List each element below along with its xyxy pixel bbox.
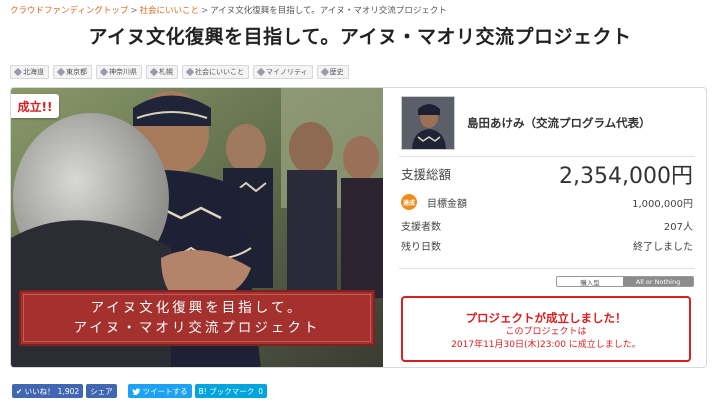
breadcrumb-separator: > <box>130 6 138 16</box>
success-line-1: このプロジェクトは <box>505 327 587 337</box>
owner-name[interactable]: 島田あけみ（交流プログラム代表） <box>467 115 651 131</box>
tag-icon <box>13 67 23 77</box>
social-buttons: ✔ いいね！ 1,902 シェア ツイートする B! ブックマーク 0 <box>12 384 267 398</box>
goal-value: 1,000,000円 <box>632 198 693 210</box>
hero-banner: アイヌ文化復興を目指して。 アイヌ・マオリ交流プロジェクト <box>19 290 375 346</box>
project-success-message: プロジェクトが成立しました！ このプロジェクトは 2017年11月30日(木)2… <box>401 296 691 362</box>
tag-label: 社会にいいこと <box>195 68 244 76</box>
tag-icon <box>99 67 109 77</box>
page-title: アイヌ文化復興を目指して。アイヌ・マオリ交流プロジェクト <box>88 26 632 48</box>
days-label: 残り日数 <box>401 242 441 253</box>
tag-sapporo[interactable]: 札幌 <box>146 65 178 79</box>
tag-label: マイノリティ <box>266 68 308 76</box>
tag-icon <box>149 67 159 77</box>
tag-label: 歴史 <box>329 68 344 76</box>
goal-row: 達成 目標金額 1,000,000円 <box>401 194 693 210</box>
tag-icon <box>256 67 266 77</box>
total-value: 2,354,000円 <box>559 164 693 189</box>
hatena-count: 0 <box>258 386 263 396</box>
funding-type-purchase: 購入型 <box>557 277 623 286</box>
breadcrumb: クラウドファンディングトップ > 社会にいいこと > アイヌ文化復興を目指して。アイヌ・… <box>10 4 447 16</box>
facebook-like-button[interactable]: ✔ いいね！ 1,902 <box>12 384 84 398</box>
divider <box>399 156 695 157</box>
total-label: 支援総額 <box>401 167 452 182</box>
tag-hokkaido[interactable]: 北海道 <box>10 65 49 79</box>
tag-label: 東京都 <box>66 68 87 76</box>
hatena-bookmark-button[interactable]: B! ブックマーク 0 <box>194 384 267 398</box>
tag-social-good[interactable]: 社会にいいこと <box>182 65 249 79</box>
tag-list: 北海道 東京都 神奈川県 札幌 社会にいいこと マイノリティ 歴史 <box>10 65 349 79</box>
tag-icon <box>185 67 195 77</box>
funding-type-toggle: 購入型 All or Nothing <box>556 276 694 287</box>
goal-achieved-icon: 達成 <box>401 194 417 210</box>
project-owner[interactable]: 島田あけみ（交流プログラム代表） <box>401 96 651 150</box>
tag-tokyo[interactable]: 東京都 <box>53 65 92 79</box>
tag-icon <box>320 67 329 77</box>
days-value: 終了しました <box>633 242 693 253</box>
breadcrumb-current: アイヌ文化復興を目指して。アイヌ・マオリ交流プロジェクト <box>210 6 447 16</box>
breadcrumb-link-category[interactable]: 社会にいいこと <box>140 6 200 16</box>
banner-line-1: アイヌ文化復興を目指して。 <box>90 300 304 316</box>
twitter-icon <box>131 387 140 395</box>
project-hero-image: 成立!! アイヌ文化復興を目指して。 アイヌ・マオリ交流プロジェクト <box>11 88 383 367</box>
thumbs-up-icon: ✔ <box>16 386 25 396</box>
avatar-image <box>402 97 454 149</box>
tweet-button[interactable]: ツイートする <box>127 384 192 398</box>
supporters-value: 207人 <box>663 222 693 233</box>
hatena-label: B! ブックマーク <box>198 386 255 396</box>
days-row: 残り日数 終了しました <box>401 238 693 253</box>
goal-label: 目標金額 <box>427 198 467 210</box>
tag-icon <box>56 67 66 77</box>
success-title: プロジェクトが成立しました！ <box>465 311 627 325</box>
tag-kanagawa[interactable]: 神奈川県 <box>96 65 142 79</box>
breadcrumb-link-top[interactable]: クラウドファンディングトップ <box>10 6 128 16</box>
tag-history[interactable]: 歴史 <box>316 65 349 79</box>
tag-label: 神奈川県 <box>109 68 137 76</box>
tweet-label: ツイートする <box>142 386 188 396</box>
like-label: いいね！ <box>24 386 55 396</box>
funding-type-all-or-nothing: All or Nothing <box>623 277 693 286</box>
facebook-share-button[interactable]: シェア <box>86 384 117 398</box>
tag-label: 札幌 <box>159 68 173 76</box>
tag-label: 北海道 <box>23 68 44 76</box>
banner-line-2: アイヌ・マオリ交流プロジェクト <box>73 320 321 336</box>
breadcrumb-separator: > <box>201 6 209 16</box>
success-badge: 成立!! <box>11 94 59 118</box>
avatar[interactable] <box>401 96 455 150</box>
supporters-label: 支援者数 <box>401 222 441 233</box>
tag-minority[interactable]: マイノリティ <box>253 65 313 79</box>
divider <box>399 268 695 269</box>
project-stats-panel: 島田あけみ（交流プログラム代表） 支援総額 2,354,000円 達成 目標金額… <box>399 88 699 367</box>
like-count: 1,902 <box>57 386 80 396</box>
project-card: 成立!! アイヌ文化復興を目指して。 アイヌ・マオリ交流プロジェクト 島田あけみ… <box>10 87 707 368</box>
supporters-row: 支援者数 207人 <box>401 218 693 233</box>
success-line-2: 2017年11月30日(木)23:00 に成立しました。 <box>451 340 641 350</box>
